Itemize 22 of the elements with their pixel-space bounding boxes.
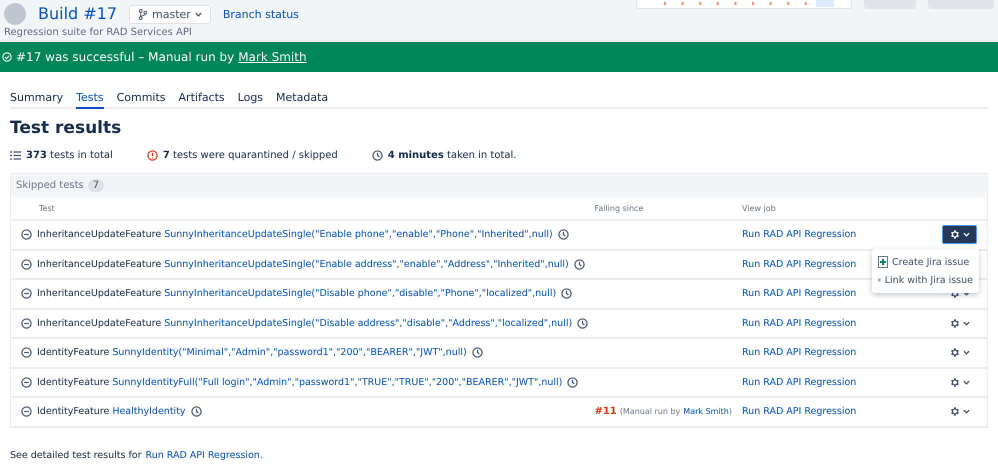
build-description: Regression suite for RAD Services API	[4, 27, 193, 38]
column-header: View job	[742, 197, 877, 220]
feature-name: InheritanceUpdateFeature	[37, 258, 162, 270]
build-title: Build #17	[38, 4, 118, 24]
stat-text: 7 tests were quarantined / skipped	[162, 150, 338, 161]
column-header: Test	[11, 197, 594, 220]
panel-title: Skipped tests	[16, 180, 84, 191]
feature-name: IdentityFeature	[37, 347, 110, 358]
feature-name: IdentityFeature	[37, 406, 110, 418]
stat-text: 4 minutes taken in total.	[388, 150, 516, 161]
footer-text: See detailed test results for	[10, 450, 142, 460]
column-header: Failing since	[594, 197, 742, 220]
feature-name: InheritanceUpdateFeature	[37, 318, 162, 329]
banner-text: #17 was successful – Manual run by	[16, 50, 234, 64]
stat-text: 373 tests in total	[26, 150, 113, 161]
run-info: )	[728, 407, 732, 416]
run-info: (Manual run by	[620, 407, 680, 416]
feature-name: InheritanceUpdateFeature	[37, 288, 162, 300]
page-heading: Test results	[10, 118, 122, 138]
feature-name: IdentityFeature	[37, 376, 110, 388]
count-badge: 7	[88, 179, 104, 192]
feature-name: InheritanceUpdateFeature	[37, 229, 162, 240]
